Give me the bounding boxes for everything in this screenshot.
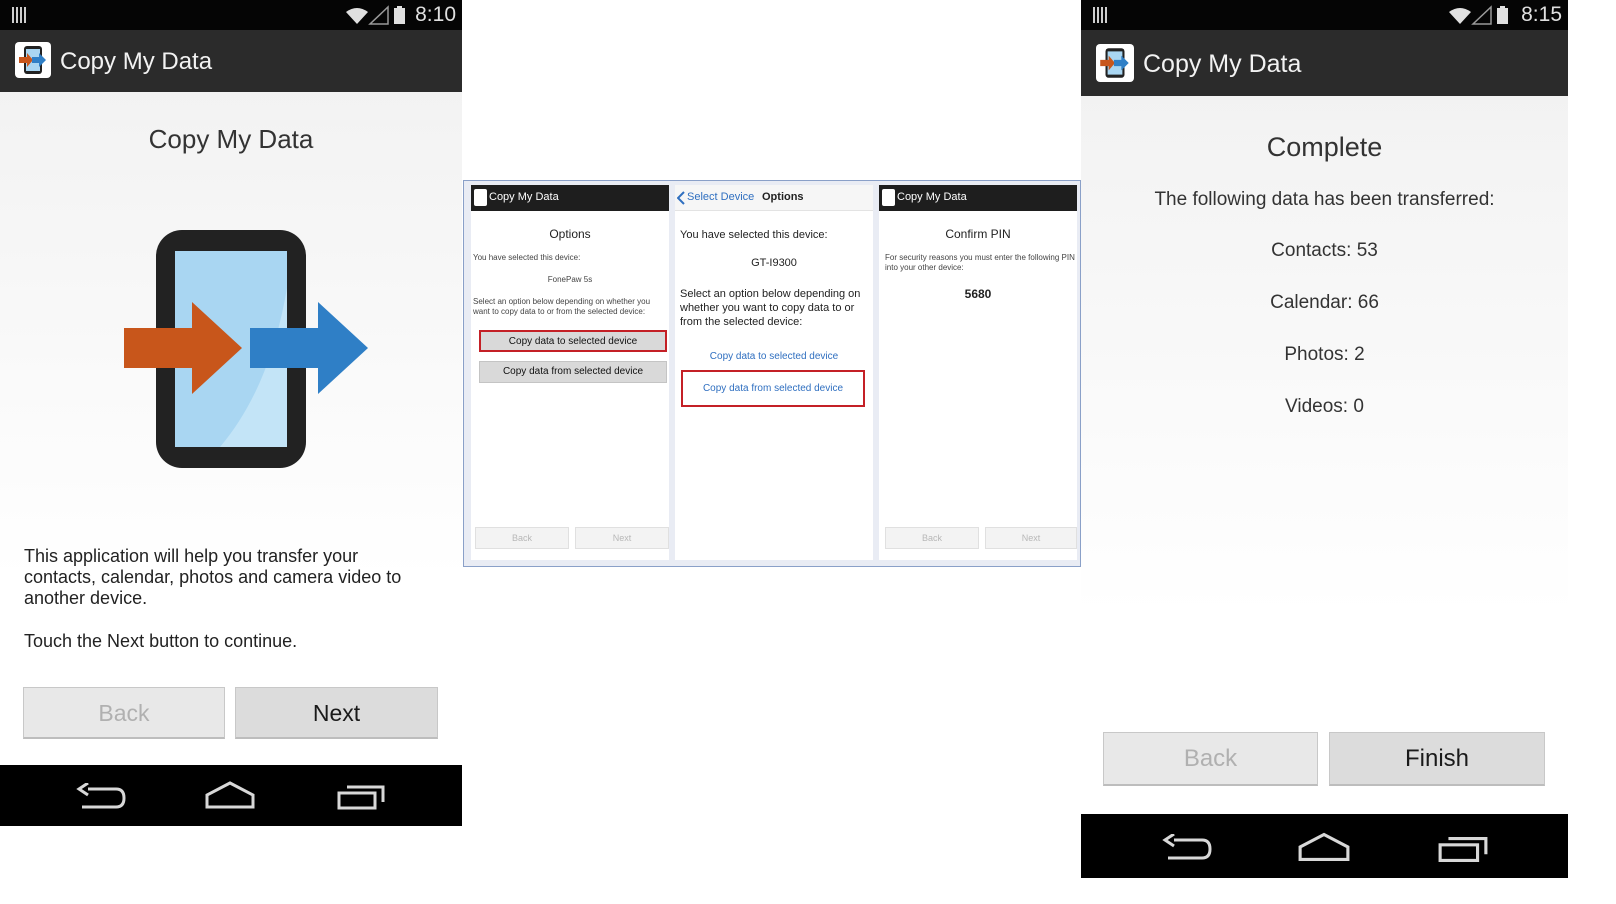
copy-to-device-link[interactable]: Copy data to selected device bbox=[675, 351, 873, 362]
device-options-screen: Select Device Options You have selected … bbox=[675, 185, 873, 560]
wifi-signal-battery-icon bbox=[346, 5, 405, 25]
options-prompt: Select an option below depending on whet… bbox=[473, 297, 651, 316]
copy-to-device-button[interactable]: Copy data to selected device bbox=[479, 330, 667, 352]
app-title: Copy My Data bbox=[1143, 50, 1302, 78]
selected-device-label: You have selected this device: bbox=[680, 229, 828, 241]
stat-calendar: Calendar: 66 bbox=[1270, 292, 1379, 313]
status-bar: 8:10 bbox=[0, 0, 462, 30]
copy-from-device-button[interactable]: Copy data from selected device bbox=[479, 361, 667, 383]
mini-nav-header: Select Device Options bbox=[675, 185, 873, 211]
app-logo-icon bbox=[15, 42, 51, 78]
nav-title: Options bbox=[762, 191, 804, 203]
back-button[interactable]: Back bbox=[1103, 732, 1318, 786]
back-nav-icon[interactable] bbox=[76, 783, 126, 811]
home-nav-icon[interactable] bbox=[204, 781, 256, 809]
notification-icon bbox=[12, 7, 26, 23]
wifi-signal-battery-icon bbox=[1449, 5, 1508, 25]
copy-from-device-link[interactable]: Copy data from selected device bbox=[681, 370, 865, 407]
options-screens-composite: Copy My Data Options You have selected t… bbox=[463, 180, 1081, 567]
complete-title: Complete bbox=[1266, 132, 1383, 162]
description-text: This application will help you transfer … bbox=[24, 546, 402, 608]
mini-back-button[interactable]: Back bbox=[475, 527, 569, 549]
left-phone-screen: 8:10 Copy My Data Copy My Data This appl… bbox=[0, 0, 462, 826]
status-time: 8:10 bbox=[415, 3, 456, 26]
confirm-pin-screen: Copy My Data Confirm PIN For security re… bbox=[879, 185, 1077, 560]
recents-nav-icon[interactable] bbox=[336, 783, 386, 811]
stat-contacts: Contacts: 53 bbox=[1271, 240, 1378, 261]
mini-next-button[interactable]: Next bbox=[575, 527, 669, 549]
mini-app-bar: Copy My Data bbox=[879, 185, 1077, 211]
page-title: Copy My Data bbox=[148, 124, 314, 154]
options-title: Options bbox=[549, 227, 591, 241]
app-bar: Copy My Data bbox=[0, 30, 462, 92]
recents-nav-icon[interactable] bbox=[1437, 834, 1489, 864]
app-bar: Copy My Data bbox=[1081, 30, 1568, 96]
status-time: 8:15 bbox=[1521, 3, 1562, 26]
confirm-pin-title: Confirm PIN bbox=[945, 227, 1011, 241]
app-logo-icon bbox=[1096, 44, 1134, 82]
app-logo-icon bbox=[882, 189, 895, 206]
back-nav-icon[interactable] bbox=[1161, 834, 1213, 862]
select-device-link[interactable]: Select Device bbox=[687, 191, 754, 203]
selected-device-name: FonePaw 5s bbox=[547, 275, 593, 284]
mini-back-button[interactable]: Back bbox=[885, 527, 979, 549]
chevron-left-icon[interactable] bbox=[677, 191, 685, 205]
mini-app-title: Copy My Data bbox=[897, 191, 967, 203]
selected-device-label: You have selected this device: bbox=[473, 253, 581, 262]
system-nav-bar bbox=[1081, 814, 1568, 878]
app-title: Copy My Data bbox=[60, 48, 213, 75]
copy-data-illustration bbox=[124, 230, 368, 468]
options-screen: Copy My Data Options You have selected t… bbox=[471, 185, 669, 560]
mini-next-button[interactable]: Next bbox=[985, 527, 1077, 549]
home-nav-icon[interactable] bbox=[1297, 832, 1351, 862]
pin-note: For security reasons you must enter the … bbox=[885, 253, 1075, 272]
right-phone-screen: 8:15 Copy My Data Complete The following… bbox=[1081, 0, 1568, 878]
next-button[interactable]: Next bbox=[235, 687, 438, 739]
instruction-text: Touch the Next button to continue. bbox=[24, 631, 298, 651]
options-prompt: Select an option below depending on whet… bbox=[680, 288, 861, 328]
back-button[interactable]: Back bbox=[23, 687, 225, 739]
stat-videos: Videos: 0 bbox=[1285, 396, 1364, 417]
mini-app-bar: Copy My Data bbox=[471, 185, 669, 211]
status-bar: 8:15 bbox=[1081, 0, 1568, 30]
pin-code: 5680 bbox=[964, 287, 992, 301]
selected-device-name: GT-I9300 bbox=[751, 257, 797, 269]
notification-icon bbox=[1093, 7, 1107, 23]
app-logo-icon bbox=[474, 189, 487, 206]
mini-app-title: Copy My Data bbox=[489, 191, 559, 203]
system-nav-bar bbox=[0, 765, 462, 826]
finish-button[interactable]: Finish bbox=[1329, 732, 1545, 786]
stat-photos: Photos: 2 bbox=[1284, 344, 1365, 365]
transfer-summary: The following data has been transferred: bbox=[1154, 189, 1495, 210]
